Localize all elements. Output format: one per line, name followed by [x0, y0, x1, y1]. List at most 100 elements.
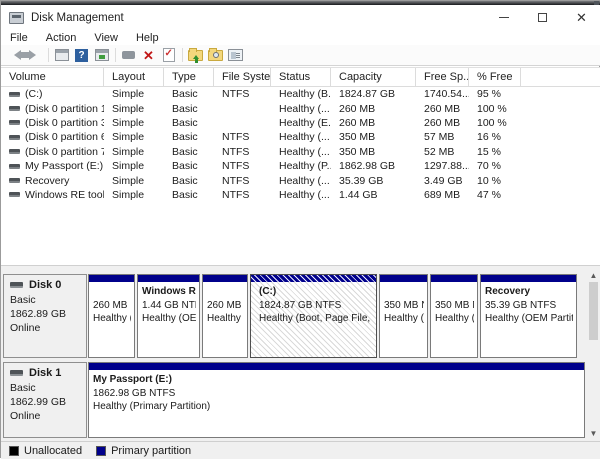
column-header-capacity[interactable]: Capacity	[331, 68, 416, 86]
volume-label: (C:)	[25, 88, 43, 100]
column-header-type[interactable]: Type	[164, 68, 214, 86]
volume-cell: (Disk 0 partition 1)	[1, 101, 104, 115]
type-cell: Basic	[164, 87, 214, 101]
disk-icon	[10, 282, 23, 288]
table-row[interactable]: My Passport (E:) Simple Basic NTFS Healt…	[1, 159, 600, 173]
help-icon[interactable]: ?	[73, 47, 90, 63]
check-document-icon[interactable]	[160, 47, 177, 63]
column-header-filesystem[interactable]: File System	[214, 68, 271, 86]
volume-icon	[9, 149, 20, 154]
type-cell: Basic	[164, 173, 214, 187]
column-header-layout[interactable]: Layout	[104, 68, 164, 86]
free-cell: 52 MB	[416, 145, 469, 159]
partition-size: 1862.98 GB NTFS	[93, 387, 581, 401]
volume-icon	[9, 164, 20, 169]
table-row[interactable]: (C:) Simple Basic NTFS Healthy (B... 182…	[1, 87, 600, 101]
column-header-status[interactable]: Status	[271, 68, 331, 86]
scroll-up-icon[interactable]: ▲	[588, 269, 599, 281]
volume-icon	[9, 178, 20, 183]
partition-title: (C:)	[259, 285, 373, 299]
partition-disk0-p6[interactable]: 350 MB N Healthy (	[379, 274, 428, 358]
scrollbar-thumb[interactable]	[589, 282, 598, 340]
partition-size: 260 MB	[93, 299, 131, 313]
partition-status: Healthy (Boot, Page File, Cr.	[259, 312, 373, 326]
free-cell: 260 MB	[416, 101, 469, 115]
partition-title	[435, 285, 474, 299]
pctfree-cell: 100 %	[469, 101, 521, 115]
menu-help[interactable]: Help	[127, 32, 168, 44]
delete-volume-icon[interactable]: ✕	[140, 47, 157, 63]
folder-up-icon[interactable]	[187, 47, 204, 63]
volume-label: (Disk 0 partition 7)	[25, 146, 104, 158]
forward-icon[interactable]	[26, 47, 43, 63]
close-button[interactable]: ✕	[562, 5, 600, 30]
filesystem-cell: NTFS	[214, 188, 271, 202]
layout-cell: Simple	[104, 188, 164, 202]
console-window-icon[interactable]	[53, 47, 70, 63]
properties-icon[interactable]	[227, 47, 244, 63]
column-header-freespace[interactable]: Free Sp...	[416, 68, 469, 86]
legend-label: Primary partition	[111, 445, 191, 457]
capacity-cell: 35.39 GB	[331, 173, 416, 187]
disk-1-panel[interactable]: Disk 1 Basic 1862.99 GB Online	[3, 362, 87, 438]
partition-disk0-recovery[interactable]: Recovery 35.39 GB NTFS Healthy (OEM Part…	[480, 274, 577, 358]
free-cell: 1740.54...	[416, 87, 469, 101]
status-cell: Healthy (...	[271, 173, 331, 187]
back-icon[interactable]	[6, 47, 23, 63]
layout-cell: Simple	[104, 159, 164, 173]
table-row[interactable]: Windows RE tools Simple Basic NTFS Healt…	[1, 188, 600, 202]
partition-disk0-p3[interactable]: 260 MB Healthy (	[202, 274, 248, 358]
partition-disk0-p1[interactable]: 260 MB Healthy (	[88, 274, 135, 358]
volume-icon	[9, 106, 20, 111]
table-row[interactable]: (Disk 0 partition 7) Simple Basic NTFS H…	[1, 145, 600, 159]
blank-cell	[521, 130, 600, 144]
volume-cell: Windows RE tools	[1, 188, 104, 202]
partition-color-bar	[203, 275, 247, 282]
column-header-blank	[521, 68, 600, 86]
partition-status: Healthy (	[207, 312, 244, 326]
capacity-cell: 260 MB	[331, 101, 416, 115]
partition-color-bar	[380, 275, 427, 282]
disk-size: 1862.89 GB	[10, 307, 86, 321]
partition-status: Healthy (OEI	[142, 312, 196, 326]
disk-kind: Basic	[10, 381, 86, 395]
partition-status: Healthy (	[435, 312, 474, 326]
disk-icon	[10, 370, 23, 376]
partition-disk1-my-passport[interactable]: My Passport (E:) 1862.98 GB NTFS Healthy…	[88, 362, 585, 438]
table-row[interactable]: (Disk 0 partition 6) Simple Basic NTFS H…	[1, 130, 600, 144]
scroll-down-icon[interactable]: ▼	[588, 427, 599, 439]
layout-cell: Simple	[104, 130, 164, 144]
menu-action[interactable]: Action	[37, 32, 86, 44]
partition-disk0-windows-re[interactable]: Windows R 1.44 GB NTF Healthy (OEI	[137, 274, 200, 358]
maximize-button[interactable]	[523, 5, 562, 30]
status-cell: Healthy (B...	[271, 87, 331, 101]
partition-title	[93, 285, 131, 299]
menu-file[interactable]: File	[1, 32, 37, 44]
show-window-icon[interactable]	[93, 47, 110, 63]
type-cell: Basic	[164, 116, 214, 130]
volume-label: Recovery	[25, 175, 69, 187]
partition-title	[384, 285, 424, 299]
partition-disk0-c-drive[interactable]: (C:) 1824.87 GB NTFS Healthy (Boot, Page…	[250, 274, 377, 358]
status-cell: Healthy (E...	[271, 116, 331, 130]
partition-size: 1.44 GB NTF	[142, 299, 196, 313]
partition-color-bar	[138, 275, 199, 282]
table-row[interactable]: (Disk 0 partition 3) Simple Basic Health…	[1, 116, 600, 130]
disk-0-panel[interactable]: Disk 0 Basic 1862.89 GB Online	[3, 274, 87, 358]
pctfree-cell: 95 %	[469, 87, 521, 101]
menu-view[interactable]: View	[85, 32, 127, 44]
minimize-button[interactable]	[484, 5, 523, 30]
column-header-pctfree[interactable]: % Free	[469, 68, 521, 86]
partition-size: 350 MB N	[384, 299, 424, 313]
table-row[interactable]: Recovery Simple Basic NTFS Healthy (... …	[1, 173, 600, 187]
toolbar-separator	[115, 48, 116, 62]
volume-cell: (Disk 0 partition 7)	[1, 145, 104, 159]
column-header-volume[interactable]: Volume	[1, 68, 104, 86]
folder-search-icon[interactable]	[207, 47, 224, 63]
partition-color-bar	[431, 275, 477, 282]
free-cell: 3.49 GB	[416, 173, 469, 187]
context-menu-icon[interactable]	[120, 47, 137, 63]
table-row[interactable]: (Disk 0 partition 1) Simple Basic Health…	[1, 101, 600, 115]
partition-disk0-p7[interactable]: 350 MB N Healthy (	[430, 274, 478, 358]
vertical-scrollbar[interactable]: ▲ ▼	[588, 269, 599, 439]
